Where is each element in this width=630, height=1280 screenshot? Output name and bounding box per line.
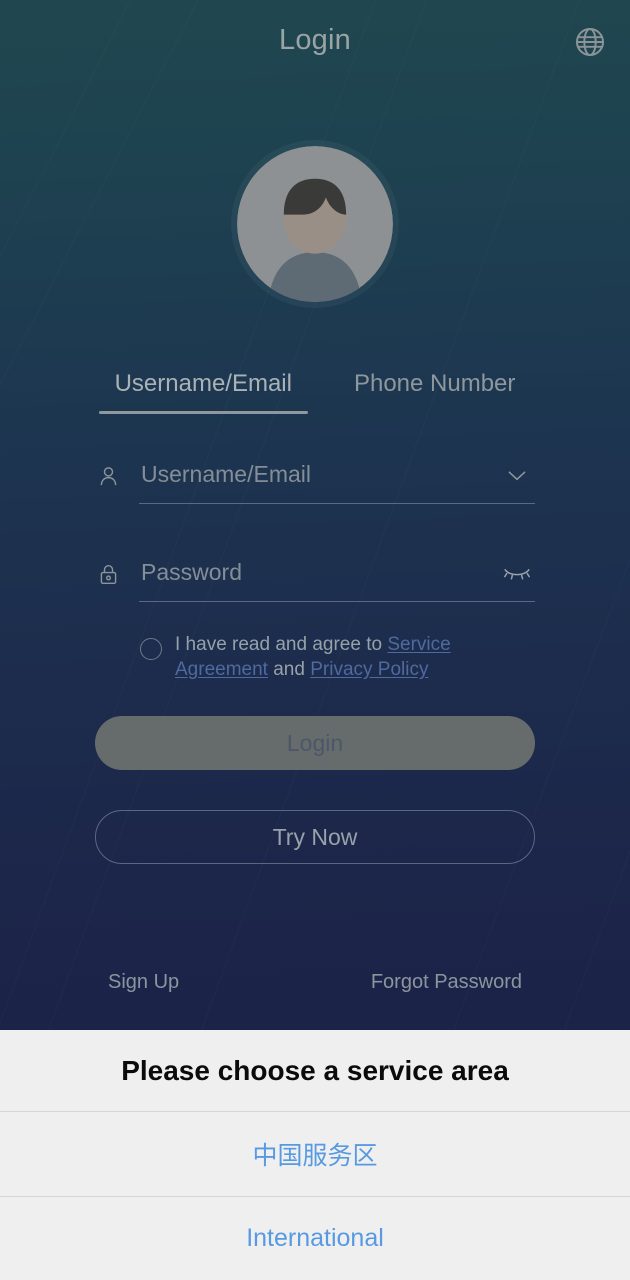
login-screen: Login Username/Email Phone Number Userna… <box>0 0 630 1030</box>
toggle-password-visibility-button[interactable] <box>499 558 535 588</box>
tab-username-email[interactable]: Username/Email <box>98 366 309 414</box>
login-page: Login Username/Email Phone Number Userna… <box>0 0 630 1280</box>
page-title: Login <box>279 24 351 56</box>
service-area-option-china[interactable]: 中国服务区 <box>0 1112 630 1196</box>
forgot-password-link[interactable]: Forgot Password <box>371 971 522 994</box>
try-now-button[interactable]: Try Now <box>95 810 535 864</box>
service-area-option-international-label: International <box>246 1223 384 1252</box>
tab-phone-number[interactable]: Phone Number <box>338 366 531 414</box>
tab-username-email-label: Username/Email <box>114 370 292 397</box>
tab-phone-number-label: Phone Number <box>353 370 516 397</box>
service-area-option-china-label: 中国服务区 <box>252 1141 378 1170</box>
agreement-conjunction: and <box>267 659 311 680</box>
password-field-underline <box>139 546 535 602</box>
agreement-text: I have read and agree to Service Agreeme… <box>175 632 535 682</box>
try-now-button-label: Try Now <box>272 823 358 850</box>
service-area-option-international[interactable]: International <box>0 1195 630 1280</box>
username-input[interactable] <box>139 461 499 488</box>
password-field-row <box>95 546 535 602</box>
login-form <box>0 448 630 602</box>
lock-icon <box>95 560 121 588</box>
auxiliary-links: Sign Up Forgot Password <box>0 971 630 994</box>
username-field-row <box>95 448 535 504</box>
avatar[interactable] <box>237 146 393 302</box>
sheet-title: Please choose a service area <box>0 1030 630 1112</box>
agreement-row: I have read and agree to Service Agreeme… <box>0 632 630 682</box>
person-icon <box>95 462 121 490</box>
agreement-checkbox[interactable] <box>140 638 162 660</box>
service-area-sheet: Please choose a service area 中国服务区 Inter… <box>0 1030 630 1280</box>
language-switch-button[interactable] <box>568 20 612 64</box>
login-method-tabs: Username/Email Phone Number <box>0 366 630 414</box>
password-input[interactable] <box>139 559 499 586</box>
login-button-label: Login <box>286 729 344 756</box>
agreement-prefix: I have read and agree to <box>175 634 388 655</box>
username-history-dropdown-button[interactable] <box>499 460 535 490</box>
eye-off-icon <box>502 561 532 585</box>
default-user-avatar-icon <box>237 146 393 302</box>
app-header: Login <box>0 0 630 86</box>
username-field-underline <box>139 448 535 504</box>
globe-icon <box>573 25 607 59</box>
login-button[interactable]: Login <box>95 716 535 770</box>
sign-up-link[interactable]: Sign Up <box>108 971 179 994</box>
privacy-policy-link[interactable]: Privacy Policy <box>310 659 428 680</box>
chevron-down-icon <box>504 462 530 488</box>
